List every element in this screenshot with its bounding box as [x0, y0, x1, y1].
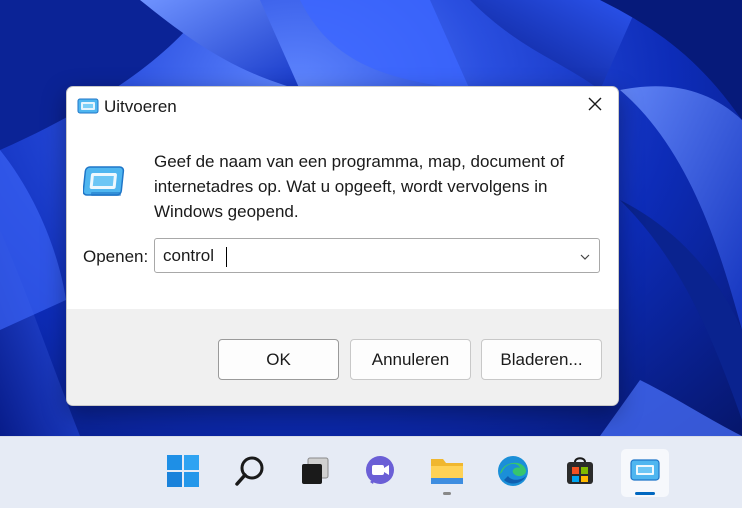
active-indicator	[635, 492, 655, 495]
chevron-down-icon[interactable]	[579, 250, 591, 262]
ok-button[interactable]: OK	[218, 339, 339, 380]
taskbar-chat[interactable]	[356, 449, 404, 497]
run-icon	[628, 457, 662, 490]
cancel-button[interactable]: Annuleren	[350, 339, 471, 380]
open-label: Openen:	[83, 247, 149, 266]
start-icon	[166, 454, 200, 493]
taskbar-file-explorer[interactable]	[423, 449, 471, 497]
edge-icon	[496, 454, 530, 493]
open-input[interactable]: control	[163, 246, 214, 266]
text-caret	[226, 247, 227, 267]
open-combobox[interactable]: control	[154, 238, 600, 273]
close-button[interactable]	[572, 87, 618, 125]
taskbar-store[interactable]	[556, 449, 604, 497]
run-dialog: Uitvoeren Geef de naam van een programma…	[66, 86, 619, 406]
store-icon	[563, 454, 597, 493]
browse-button[interactable]: Bladeren...	[481, 339, 602, 380]
dialog-title: Uitvoeren	[104, 97, 177, 116]
search-icon	[233, 454, 267, 493]
taskbar-search[interactable]	[226, 449, 274, 497]
taskbar-task-view[interactable]	[291, 449, 339, 497]
file-explorer-icon	[429, 454, 465, 493]
taskbar-run[interactable]	[621, 449, 669, 497]
start-button[interactable]	[159, 449, 207, 497]
taskbar-edge[interactable]	[489, 449, 537, 497]
dialog-description: Geef de naam van een programma, map, doc…	[154, 152, 565, 221]
teams-chat-icon	[363, 454, 397, 493]
running-indicator	[443, 492, 451, 495]
close-icon	[587, 96, 603, 117]
taskbar	[0, 436, 742, 508]
run-icon	[77, 97, 99, 115]
run-large-icon	[82, 165, 127, 199]
dialog-titlebar[interactable]: Uitvoeren	[67, 87, 618, 127]
dialog-footer: OK Annuleren Bladeren...	[67, 309, 618, 405]
task-view-icon	[298, 454, 332, 493]
